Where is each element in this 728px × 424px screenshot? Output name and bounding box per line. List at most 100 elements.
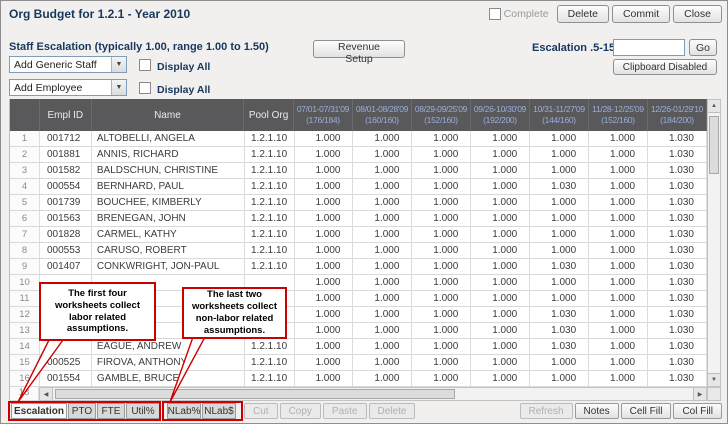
pool-org-cell[interactable]: 1.2.1.10 bbox=[245, 243, 295, 258]
value-cell[interactable]: 1.030 bbox=[648, 339, 707, 354]
value-cell[interactable]: 1.030 bbox=[648, 163, 707, 178]
value-cell[interactable]: 1.000 bbox=[353, 131, 412, 146]
tab-escalation[interactable]: Escalation bbox=[11, 403, 67, 419]
empl-id-cell[interactable]: 001881 bbox=[40, 147, 92, 162]
delete-button[interactable]: Delete bbox=[369, 403, 416, 419]
value-cell[interactable]: 1.030 bbox=[648, 211, 707, 226]
name-cell[interactable]: FIROVA, ANTHONY bbox=[92, 355, 245, 370]
value-cell[interactable]: 1.000 bbox=[471, 339, 530, 354]
value-cell[interactable]: 1.000 bbox=[295, 211, 354, 226]
value-cell[interactable]: 1.000 bbox=[530, 147, 589, 162]
display-all-checkbox-generic[interactable] bbox=[139, 59, 151, 71]
value-cell[interactable]: 1.000 bbox=[353, 339, 412, 354]
value-cell[interactable]: 1.000 bbox=[353, 195, 412, 210]
value-cell[interactable]: 1.000 bbox=[471, 211, 530, 226]
row-number[interactable]: 3 bbox=[10, 163, 40, 178]
empl-id-cell[interactable]: 001563 bbox=[40, 211, 92, 226]
value-cell[interactable]: 1.000 bbox=[353, 307, 412, 322]
pool-org-cell[interactable]: 1.2.1.10 bbox=[245, 195, 295, 210]
value-cell[interactable]: 1.000 bbox=[295, 259, 354, 274]
value-cell[interactable]: 1.000 bbox=[412, 339, 471, 354]
value-cell[interactable]: 1.000 bbox=[412, 259, 471, 274]
value-cell[interactable]: 1.000 bbox=[471, 307, 530, 322]
value-cell[interactable]: 1.000 bbox=[530, 195, 589, 210]
value-cell[interactable]: 1.000 bbox=[530, 371, 589, 386]
row-number[interactable]: 11 bbox=[10, 291, 40, 306]
value-cell[interactable]: 1.000 bbox=[295, 243, 354, 258]
row-number[interactable]: 4 bbox=[10, 179, 40, 194]
row-number[interactable]: 2 bbox=[10, 147, 40, 162]
close-button[interactable]: Close bbox=[673, 5, 722, 23]
value-cell[interactable]: 1.000 bbox=[353, 371, 412, 386]
value-cell[interactable]: 1.000 bbox=[589, 339, 648, 354]
value-cell[interactable]: 1.000 bbox=[412, 211, 471, 226]
value-cell[interactable]: 1.000 bbox=[353, 179, 412, 194]
scroll-left-button[interactable]: ◀ bbox=[40, 388, 53, 400]
name-cell[interactable]: CONKWRIGHT, JON-PAUL bbox=[92, 259, 245, 274]
name-cell[interactable]: CARUSO, ROBERT bbox=[92, 243, 245, 258]
value-cell[interactable]: 1.000 bbox=[589, 243, 648, 258]
value-cell[interactable]: 1.000 bbox=[353, 355, 412, 370]
value-cell[interactable]: 1.000 bbox=[530, 355, 589, 370]
value-cell[interactable]: 1.030 bbox=[648, 179, 707, 194]
name-cell[interactable]: CARMEL, KATHY bbox=[92, 227, 245, 242]
value-cell[interactable]: 1.000 bbox=[295, 355, 354, 370]
paste-button[interactable]: Paste bbox=[323, 403, 367, 419]
add-employee-select[interactable]: Add Employee ▼ bbox=[9, 79, 127, 96]
value-cell[interactable]: 1.000 bbox=[471, 275, 530, 290]
value-cell[interactable]: 1.030 bbox=[648, 131, 707, 146]
pool-org-cell[interactable]: 1.2.1.10 bbox=[245, 147, 295, 162]
display-all-checkbox-employee[interactable] bbox=[139, 82, 151, 94]
value-cell[interactable]: 1.000 bbox=[295, 227, 354, 242]
value-cell[interactable]: 1.000 bbox=[295, 147, 354, 162]
commit-button[interactable]: Commit bbox=[612, 5, 670, 23]
value-cell[interactable]: 1.000 bbox=[295, 323, 354, 338]
horizontal-scrollbar[interactable]: ◀ ▶ bbox=[39, 387, 707, 401]
name-cell[interactable]: BALDSCHUN, CHRISTINE bbox=[92, 163, 245, 178]
value-cell[interactable]: 1.000 bbox=[471, 163, 530, 178]
value-cell[interactable]: 1.000 bbox=[471, 227, 530, 242]
value-cell[interactable]: 1.000 bbox=[353, 163, 412, 178]
value-cell[interactable]: 1.000 bbox=[530, 131, 589, 146]
value-cell[interactable]: 1.000 bbox=[471, 179, 530, 194]
complete-checkbox[interactable] bbox=[489, 8, 501, 20]
value-cell[interactable]: 1.030 bbox=[648, 243, 707, 258]
pool-org-cell[interactable]: 1.2.1.10 bbox=[245, 259, 295, 274]
value-cell[interactable]: 1.000 bbox=[589, 371, 648, 386]
value-cell[interactable]: 1.000 bbox=[412, 243, 471, 258]
tab-fte[interactable]: FTE bbox=[97, 403, 125, 419]
value-cell[interactable]: 1.000 bbox=[295, 371, 354, 386]
value-cell[interactable]: 1.030 bbox=[648, 355, 707, 370]
empl-id-cell[interactable]: 001554 bbox=[40, 371, 92, 386]
tab-pto[interactable]: PTO bbox=[68, 403, 96, 419]
value-cell[interactable]: 1.000 bbox=[589, 227, 648, 242]
name-cell[interactable]: BRENEGAN, JOHN bbox=[92, 211, 245, 226]
row-number[interactable]: 7 bbox=[10, 227, 40, 242]
value-cell[interactable]: 1.030 bbox=[530, 339, 589, 354]
value-cell[interactable]: 1.000 bbox=[353, 147, 412, 162]
row-number[interactable]: 12 bbox=[10, 307, 40, 322]
empl-id-cell[interactable]: 001739 bbox=[40, 195, 92, 210]
value-cell[interactable]: 1.030 bbox=[648, 323, 707, 338]
row-number[interactable]: 13 bbox=[10, 323, 40, 338]
value-cell[interactable]: 1.000 bbox=[295, 131, 354, 146]
name-cell[interactable]: BOUCHEE, KIMBERLY bbox=[92, 195, 245, 210]
value-cell[interactable]: 1.000 bbox=[295, 275, 354, 290]
value-cell[interactable]: 1.000 bbox=[412, 147, 471, 162]
vertical-scrollbar-thumb[interactable] bbox=[709, 116, 719, 174]
name-cell[interactable]: ALTOBELLI, ANGELA bbox=[92, 131, 245, 146]
value-cell[interactable]: 1.000 bbox=[295, 195, 354, 210]
value-cell[interactable]: 1.000 bbox=[471, 147, 530, 162]
row-number[interactable]: 16 bbox=[10, 371, 40, 386]
cut-button[interactable]: Cut bbox=[244, 403, 278, 419]
vertical-scrollbar[interactable]: ▲ ▼ bbox=[707, 99, 721, 387]
value-cell[interactable]: 1.000 bbox=[353, 291, 412, 306]
row-number[interactable]: 5 bbox=[10, 195, 40, 210]
scroll-down-button[interactable]: ▼ bbox=[708, 373, 720, 386]
value-cell[interactable]: 1.000 bbox=[353, 211, 412, 226]
tab-nlabpct[interactable]: NLab% bbox=[167, 403, 201, 419]
value-cell[interactable]: 1.000 bbox=[471, 355, 530, 370]
value-cell[interactable]: 1.030 bbox=[648, 371, 707, 386]
name-cell[interactable]: ANNIS, RICHARD bbox=[92, 147, 245, 162]
value-cell[interactable]: 1.000 bbox=[589, 179, 648, 194]
